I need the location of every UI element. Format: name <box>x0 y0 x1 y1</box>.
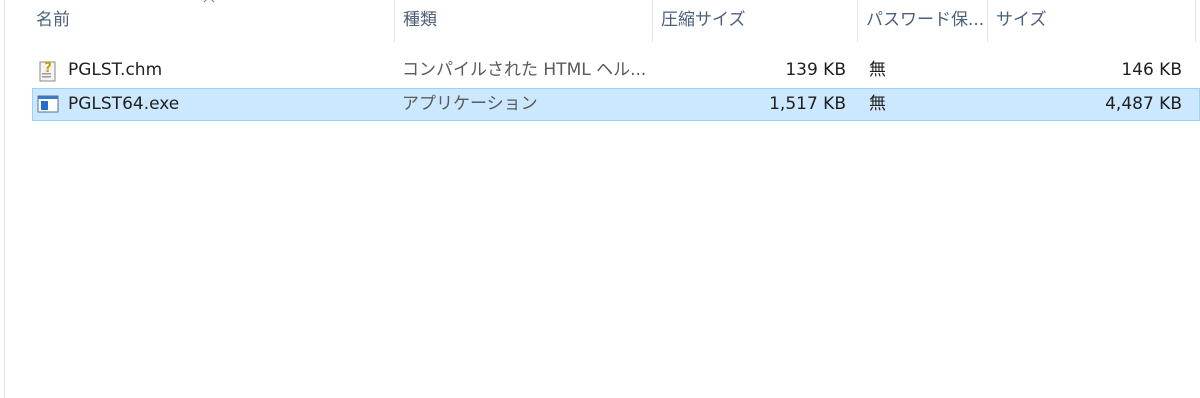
archive-file-list: 名前 種類 圧縮サイズ パスワード保... サイズ ? PGLST.chm コン… <box>0 0 1200 398</box>
file-type: アプリケーション <box>402 94 538 114</box>
column-header-size[interactable]: サイズ <box>988 0 1195 42</box>
file-password: 無 <box>869 94 886 114</box>
application-icon <box>37 95 59 113</box>
file-password: 無 <box>869 60 886 80</box>
file-name: PGLST.chm <box>68 60 163 80</box>
svg-text:?: ? <box>44 61 52 76</box>
file-size: 4,487 KB <box>1105 94 1182 114</box>
chevron-up-icon <box>203 0 215 3</box>
column-header-row: 名前 種類 圧縮サイズ パスワード保... サイズ <box>0 0 1200 42</box>
file-name: PGLST64.exe <box>68 94 180 114</box>
help-file-icon: ? <box>39 61 56 82</box>
list-item-selected[interactable]: PGLST64.exe アプリケーション 1,517 KB 無 4,487 KB <box>32 88 1200 121</box>
file-type: コンパイルされた HTML ヘル... <box>402 60 647 80</box>
column-divider[interactable] <box>1195 0 1196 42</box>
file-size: 146 KB <box>1121 60 1182 80</box>
list-left-border <box>4 0 5 398</box>
column-header-password[interactable]: パスワード保... <box>858 0 987 42</box>
column-header-name[interactable]: 名前 <box>28 0 394 42</box>
list-item[interactable]: ? PGLST.chm コンパイルされた HTML ヘル... 139 KB 無… <box>32 55 1200 88</box>
file-compressed-size: 139 KB <box>785 60 846 80</box>
file-compressed-size: 1,517 KB <box>769 94 846 114</box>
column-header-compressed-size[interactable]: 圧縮サイズ <box>653 0 857 42</box>
column-header-type[interactable]: 種類 <box>395 0 652 42</box>
